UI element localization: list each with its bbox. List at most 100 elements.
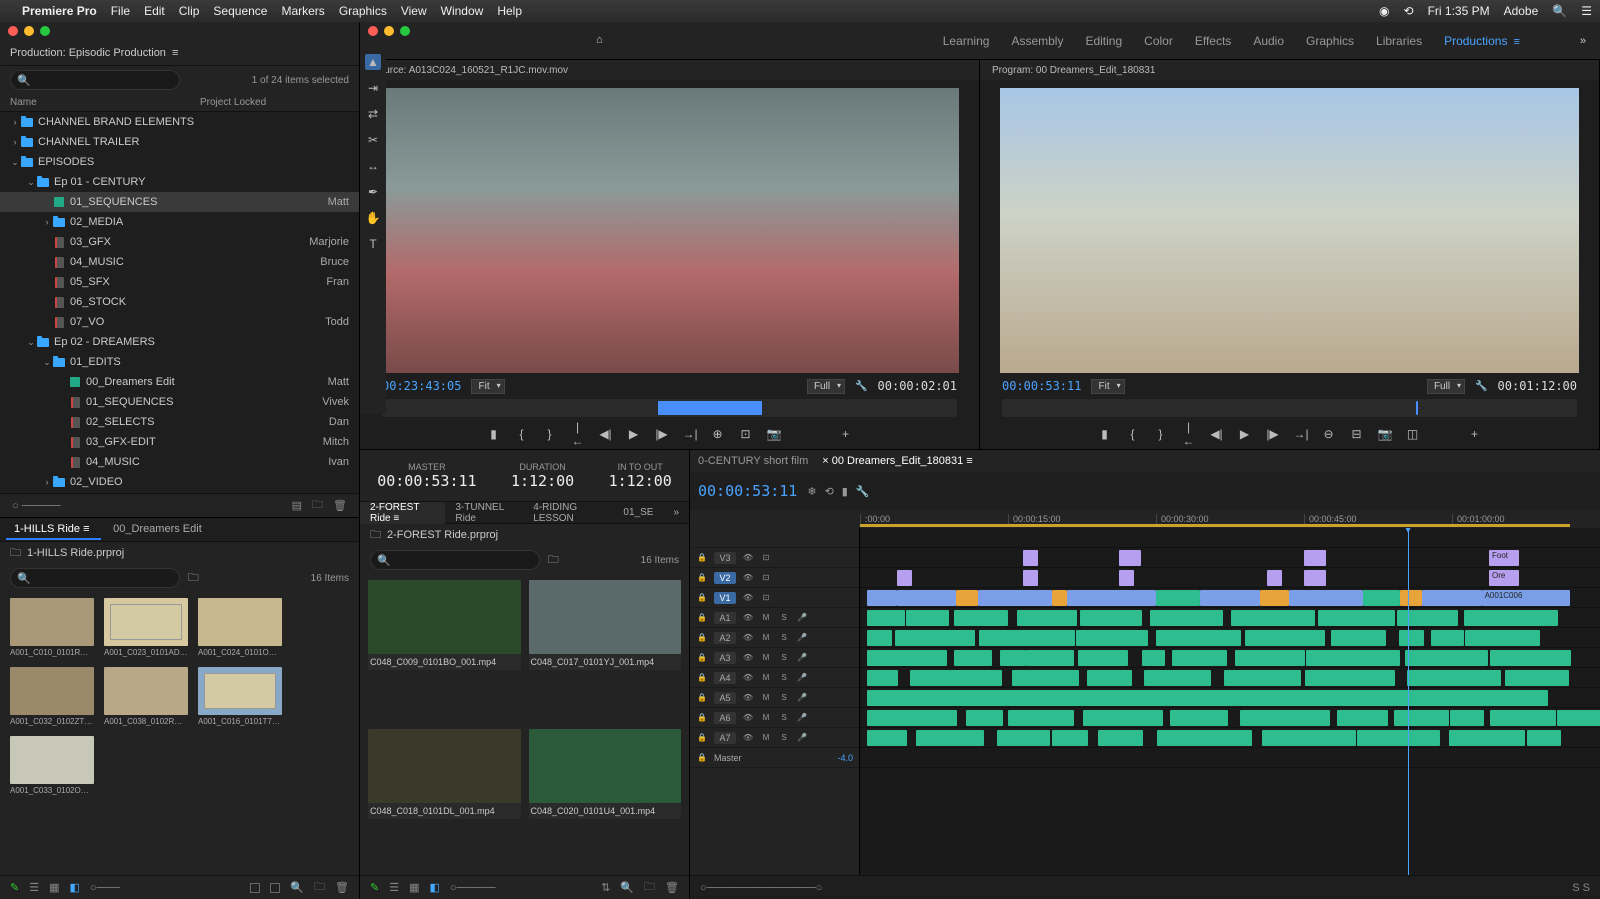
- workspace-productions[interactable]: Productions: [1444, 34, 1507, 48]
- home-icon[interactable]: ⌂: [596, 34, 612, 48]
- spotlight-icon[interactable]: 🔍: [1552, 4, 1567, 18]
- new-item-icon[interactable]: ▤: [292, 499, 302, 512]
- go-out-icon[interactable]: →|: [683, 427, 697, 441]
- menu-extra-icon[interactable]: ☰: [1581, 4, 1592, 18]
- track-header-v1[interactable]: 🔒V1👁⊡: [690, 588, 859, 608]
- clip-thumbnail[interactable]: A001_C016_0101T7_001.mp4: [198, 667, 282, 726]
- play-icon[interactable]: ▶: [1238, 427, 1252, 441]
- settings-icon[interactable]: 🔧: [856, 485, 870, 498]
- razor-tool-icon[interactable]: ✂: [365, 132, 381, 148]
- tree-item[interactable]: ›CHANNEL BRAND ELEMENTS: [0, 112, 359, 132]
- new-bin-icon[interactable]: 🗀: [644, 878, 655, 897]
- app-name[interactable]: Premiere Pro: [22, 4, 97, 18]
- export-frame-icon[interactable]: 📷: [1378, 427, 1392, 441]
- trash-icon[interactable]: 🗑: [333, 499, 347, 512]
- play-icon[interactable]: ▶: [627, 427, 641, 441]
- track-header-master[interactable]: 🔒Master-4.0: [690, 748, 859, 768]
- new-bin-icon[interactable]: 🗀: [314, 878, 325, 897]
- track-row[interactable]: [860, 628, 1600, 648]
- menu-window[interactable]: Window: [441, 4, 484, 18]
- overwrite-icon[interactable]: ⊡: [739, 427, 753, 441]
- go-out-icon[interactable]: →|: [1294, 427, 1308, 441]
- track-header-a5[interactable]: 🔒A5👁MS🎤: [690, 688, 859, 708]
- menu-graphics[interactable]: Graphics: [339, 4, 387, 18]
- marker-icon[interactable]: ▮: [842, 485, 848, 498]
- tree-item[interactable]: 04_MUSICIvan: [0, 452, 359, 472]
- media-clip[interactable]: C048_C009_0101BO_001.mp4: [368, 580, 521, 721]
- production-tree[interactable]: ›CHANNEL BRAND ELEMENTS›CHANNEL TRAILER ⌄…: [0, 112, 359, 493]
- tab-tunnel[interactable]: 3-TUNNEL Ride: [445, 502, 523, 524]
- minimize-window[interactable]: [24, 26, 34, 36]
- workspace-assembly[interactable]: Assembly: [1011, 34, 1063, 48]
- tree-item[interactable]: ⌄Ep 01 - CENTURY: [0, 172, 359, 192]
- ripple-edit-tool-icon[interactable]: ⇄: [365, 106, 381, 122]
- go-in-icon[interactable]: |←: [1182, 420, 1196, 448]
- source-resolution[interactable]: Full: [807, 379, 845, 394]
- close-window[interactable]: [8, 26, 18, 36]
- track-headers[interactable]: 🔒V3👁⊡🔒V2👁⊡🔒V1👁⊡🔒A1👁MS🎤🔒A2👁MS🎤🔒A3👁MS🎤🔒A4👁…: [690, 528, 860, 875]
- insert-icon[interactable]: ⊕: [711, 427, 725, 441]
- slip-tool-icon[interactable]: ↔: [365, 158, 381, 174]
- program-resolution[interactable]: Full: [1427, 379, 1465, 394]
- program-zoom-fit[interactable]: Fit: [1091, 379, 1124, 394]
- track-row[interactable]: [860, 648, 1600, 668]
- pen-tool-icon[interactable]: ✒: [365, 184, 381, 200]
- workspace-learning[interactable]: Learning: [943, 34, 990, 48]
- tab-forest[interactable]: 2-FOREST Ride ≡: [360, 502, 445, 524]
- list-view-icon[interactable]: ☰: [29, 881, 39, 894]
- track-header-a3[interactable]: 🔒A3👁MS🎤: [690, 648, 859, 668]
- menu-markers[interactable]: Markers: [281, 4, 324, 18]
- step-fwd-icon[interactable]: |▶: [1266, 427, 1280, 441]
- step-fwd-icon[interactable]: |▶: [655, 427, 669, 441]
- program-timecode-in[interactable]: 00:00:53:11: [1002, 379, 1081, 393]
- trash-icon[interactable]: 🗑: [335, 881, 349, 894]
- media-clip[interactable]: C048_C017_0101YJ_001.mp4: [529, 580, 682, 721]
- clip-thumbnail[interactable]: A001_C033_0102OP_001.mp4: [10, 736, 94, 795]
- workspace-editing[interactable]: Editing: [1085, 34, 1122, 48]
- wifi-icon[interactable]: ⟲: [1404, 4, 1414, 18]
- type-tool-icon[interactable]: T: [365, 236, 381, 252]
- tree-item[interactable]: 03_GFX-EDITMitch: [0, 432, 359, 452]
- go-in-icon[interactable]: |←: [571, 420, 585, 448]
- tab-riding[interactable]: 4-RIDING LESSON: [523, 502, 613, 524]
- selection-tool-icon[interactable]: ▲: [365, 54, 381, 70]
- freeform-view-icon[interactable]: ◧: [70, 881, 80, 894]
- media-clip[interactable]: C048_C020_0101U4_001.mp4: [529, 729, 682, 870]
- search-input[interactable]: [31, 74, 173, 86]
- track-row[interactable]: [860, 708, 1600, 728]
- tree-item[interactable]: ›CHANNEL TRAILER: [0, 132, 359, 152]
- snap-icon[interactable]: ❄: [807, 485, 816, 498]
- find-icon[interactable]: 🔍: [620, 881, 634, 894]
- production-search[interactable]: 🔍: [10, 70, 180, 90]
- media-search[interactable]: 🔍: [370, 550, 540, 570]
- menu-clip[interactable]: Clip: [179, 4, 200, 18]
- tree-item[interactable]: 01_SEQUENCESVivek: [0, 392, 359, 412]
- timeline-tracks[interactable]: FootOreA001C006: [860, 528, 1600, 875]
- wrench-icon[interactable]: 🔧: [1475, 381, 1487, 392]
- tab-01se[interactable]: 01_SE: [613, 507, 663, 518]
- track-header-a1[interactable]: 🔒A1👁MS🎤: [690, 608, 859, 628]
- opt1-icon[interactable]: [250, 883, 260, 893]
- workspace-color[interactable]: Color: [1144, 34, 1173, 48]
- tree-item[interactable]: 05_SFXFran: [0, 272, 359, 292]
- in-point-icon[interactable]: {: [515, 427, 529, 441]
- col-lock[interactable]: Project Locked: [200, 97, 349, 108]
- folder-nav-icon[interactable]: 🗀: [188, 569, 199, 588]
- tree-item[interactable]: 01_SEQUENCESMatt: [0, 192, 359, 212]
- track-header-a2[interactable]: 🔒A2👁MS🎤: [690, 628, 859, 648]
- tab-hills-ride[interactable]: 1-HILLS Ride: [6, 520, 101, 540]
- export-frame-icon[interactable]: 📷: [767, 427, 781, 441]
- tree-item[interactable]: ›02_VIDEO: [0, 472, 359, 492]
- track-row[interactable]: Foot: [860, 548, 1600, 568]
- menu-file[interactable]: File: [111, 4, 130, 18]
- step-back-icon[interactable]: ◀|: [1210, 427, 1224, 441]
- tree-item[interactable]: ⌄Ep 02 - DREAMERS: [0, 332, 359, 352]
- clip-thumbnail[interactable]: A001_C010_0101RD_001.mp4: [10, 598, 94, 657]
- menu-sequence[interactable]: Sequence: [213, 4, 267, 18]
- track-row[interactable]: A001C006: [860, 588, 1600, 608]
- in-point-icon[interactable]: {: [1126, 427, 1140, 441]
- clip-thumbnail[interactable]: A001_C024_0101OR_001.mp4: [198, 598, 282, 657]
- add-button-icon[interactable]: +: [839, 427, 853, 441]
- mark-in-icon[interactable]: ▮: [487, 427, 501, 441]
- track-header-v2[interactable]: 🔒V2👁⊡: [690, 568, 859, 588]
